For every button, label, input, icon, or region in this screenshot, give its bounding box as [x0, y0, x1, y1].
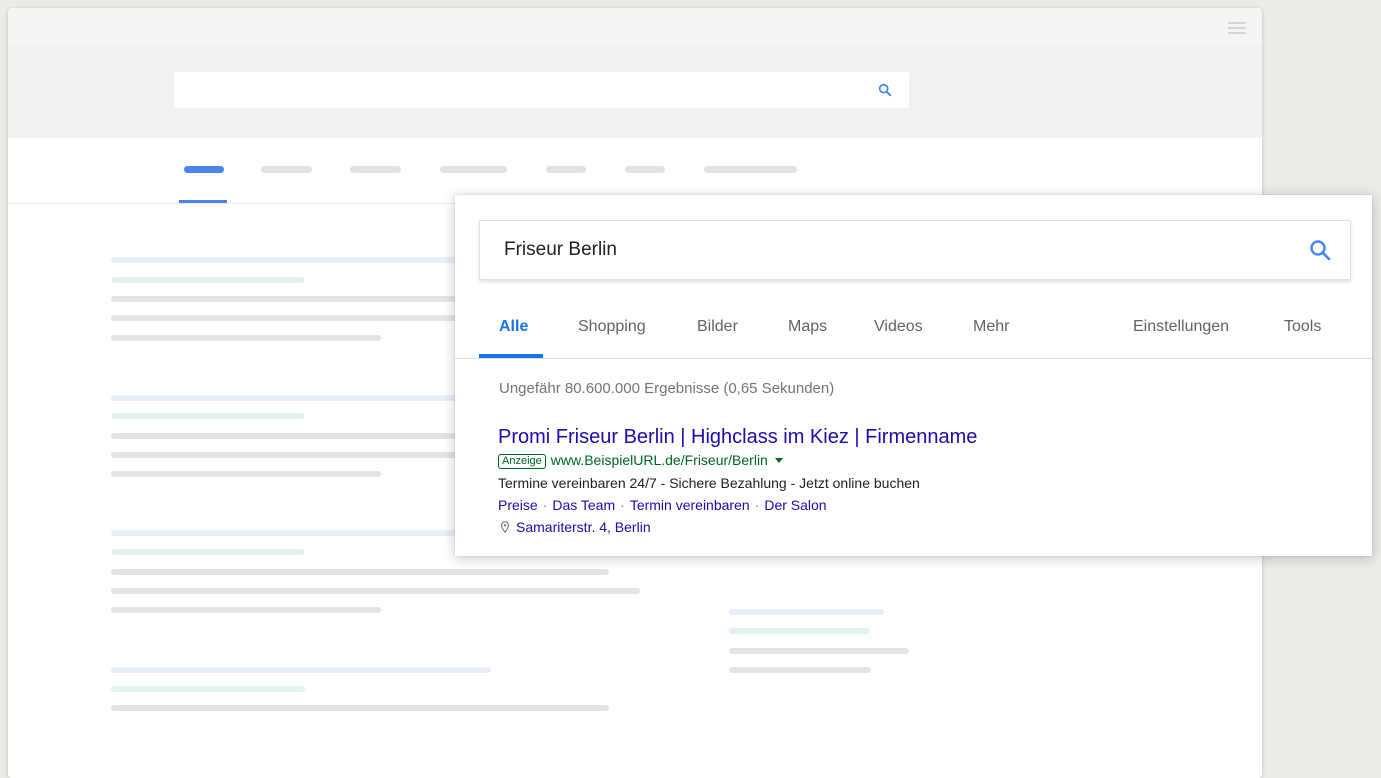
search-icon[interactable] — [1308, 238, 1332, 262]
placeholder-result-line — [111, 296, 491, 302]
tab-einstellungen[interactable]: Einstellungen — [1133, 318, 1229, 336]
caret-down-icon[interactable] — [774, 458, 783, 463]
tab-videos[interactable]: Videos — [874, 318, 923, 336]
sitelink-preise[interactable]: Preise — [498, 497, 538, 513]
placeholder-result-title — [111, 667, 491, 673]
placeholder-result-url — [111, 277, 305, 283]
placeholder-side-line — [729, 667, 871, 673]
background-search-bar — [174, 72, 909, 108]
map-pin-icon — [501, 521, 509, 533]
ad-title-link[interactable]: Promi Friseur Berlin | Highclass im Kiez… — [498, 426, 977, 449]
placeholder-tab-active — [184, 166, 224, 173]
tab-shopping[interactable]: Shopping — [578, 318, 646, 336]
placeholder-result-url — [111, 686, 305, 692]
placeholder-result-line — [111, 607, 381, 613]
placeholder-tab — [350, 166, 401, 173]
placeholder-tab — [625, 166, 665, 173]
tab-bilder[interactable]: Bilder — [697, 318, 738, 336]
placeholder-result-title — [111, 530, 491, 536]
search-results-panel: Alle Shopping Bilder Maps Videos Mehr Ei… — [455, 195, 1372, 556]
ad-display-url[interactable]: www.BeispielURL.de/Friseur/Berlin — [551, 452, 768, 468]
placeholder-result-line — [111, 588, 640, 594]
ad-sitelinks: Preise · Das Team · Termin vereinbaren · Der S… — [498, 497, 827, 513]
tab-tools[interactable]: Tools — [1284, 318, 1321, 336]
placeholder-result-line — [111, 335, 381, 341]
tab-maps[interactable]: Maps — [788, 318, 827, 336]
placeholder-result-line — [111, 471, 381, 477]
result-stats: Ungefähr 80.600.000 Ergebnisse (0,65 Sek… — [499, 380, 835, 397]
ad-url-line: Anzeige www.BeispielURL.de/Friseur/Berlin — [498, 452, 783, 469]
placeholder-side-title — [729, 609, 884, 615]
tab-alle[interactable]: Alle — [499, 318, 528, 336]
placeholder-result-title — [111, 395, 491, 401]
sitelink-das-team[interactable]: Das Team — [552, 497, 615, 513]
placeholder-result-url — [111, 413, 305, 419]
placeholder-result-line — [111, 452, 491, 458]
ad-location[interactable]: Samariterstr. 4, Berlin — [500, 519, 651, 535]
placeholder-side-url — [729, 628, 870, 634]
ad-location-text: Samariterstr. 4, Berlin — [516, 519, 651, 535]
search-tabs: Alle Shopping Bilder Maps Videos Mehr Ei… — [455, 313, 1372, 359]
search-box — [479, 220, 1351, 280]
sitelink-separator: · — [542, 497, 548, 513]
placeholder-result-url — [111, 549, 305, 555]
sitelink-separator: · — [754, 497, 760, 513]
window-title-bar — [8, 8, 1262, 45]
placeholder-side-line — [729, 648, 909, 654]
placeholder-result-line — [111, 705, 609, 711]
placeholder-result-line — [111, 315, 491, 321]
active-tab-indicator — [479, 354, 543, 358]
placeholder-result-line — [111, 433, 491, 439]
search-input[interactable] — [504, 221, 1264, 279]
hamburger-menu-icon[interactable] — [1228, 22, 1246, 34]
ad-badge: Anzeige — [498, 454, 546, 469]
placeholder-tab — [261, 166, 312, 173]
placeholder-tab — [546, 166, 586, 173]
sitelink-termin-vereinbaren[interactable]: Termin vereinbaren — [630, 497, 750, 513]
placeholder-result-title — [111, 257, 491, 263]
sitelink-separator: · — [620, 497, 625, 513]
sitelink-der-salon[interactable]: Der Salon — [764, 497, 826, 513]
placeholder-tab — [440, 166, 507, 173]
placeholder-result-line — [111, 569, 609, 575]
ad-description: Termine vereinbaren 24/7 - Sichere Bezah… — [498, 475, 920, 491]
placeholder-tab — [704, 166, 797, 173]
tab-mehr[interactable]: Mehr — [973, 318, 1009, 336]
search-icon — [878, 83, 892, 97]
